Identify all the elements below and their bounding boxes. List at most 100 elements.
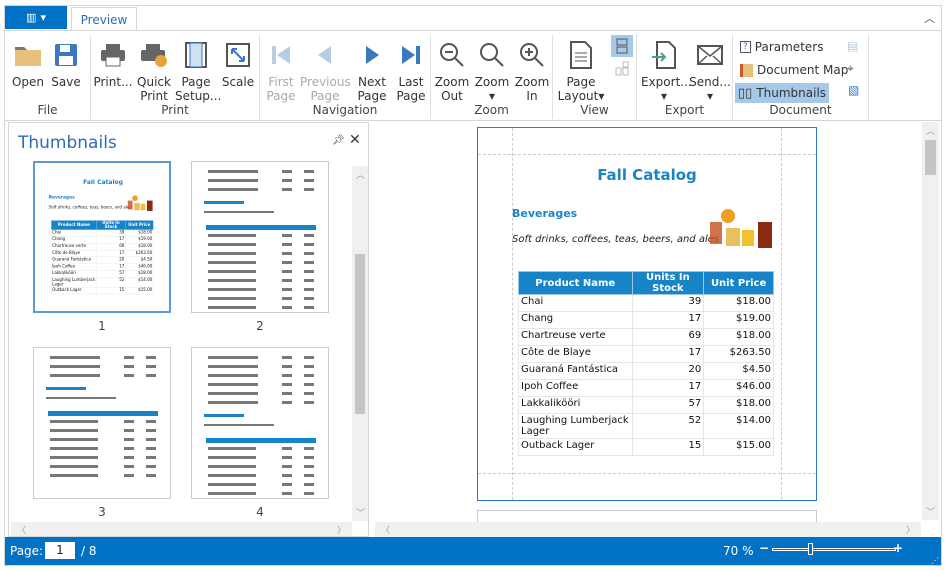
resize-grip-icon[interactable]: ⋰ [931, 556, 939, 565]
table-cell: Lakkalikööri [518, 396, 633, 414]
save-icon [55, 44, 77, 66]
beverages-image [710, 209, 772, 248]
table-row: Laughing Lumberjack Lager 52 $14.00 [51, 277, 154, 288]
table-cell: $263.50 [125, 249, 154, 257]
scale-button[interactable]: Scale [219, 39, 257, 89]
first-page-button[interactable]: First Page [262, 39, 300, 103]
column-header[interactable]: Units In Stock [96, 220, 126, 230]
print-button[interactable]: Print... [93, 39, 133, 89]
page-layout-button[interactable]: Page Layout▾ [557, 39, 605, 103]
search-binoculars-icon[interactable]: ⌖ [847, 61, 854, 76]
table-cell: Ipoh Coffee [51, 263, 97, 271]
collapse-ribbon-icon[interactable]: ︿ [924, 10, 935, 26]
app-menu-button[interactable]: ▥ ▾ [5, 6, 67, 29]
zoom-slider-thumb[interactable] [808, 543, 814, 555]
column-header[interactable]: Product Name [51, 220, 97, 230]
table-cell: $18.00 [703, 328, 774, 346]
next-page-button[interactable]: Next Page [352, 39, 392, 103]
thumbnail-text-line [208, 456, 256, 459]
send-button[interactable]: Send... ▾ [689, 39, 731, 103]
table-cell: 17 [631, 345, 705, 363]
table-cell: $15.00 [125, 287, 154, 295]
printer-icon [101, 44, 125, 67]
export-button[interactable]: Export... ▾ [641, 39, 692, 103]
quick-print-button[interactable]: Quick Print [135, 39, 173, 103]
group-view: Page Layout▾ View [553, 35, 637, 119]
parameters-button[interactable]: ? Parameters [737, 37, 826, 57]
zoom-in-icon [520, 43, 544, 67]
watermark-icon[interactable]: ▧ [848, 83, 859, 97]
page-total: / 8 [81, 544, 97, 558]
category-name: Beverages [512, 207, 578, 220]
thumbnails-button[interactable]: ▯▯ Thumbnails [735, 83, 830, 103]
table-cell: 15 [96, 287, 126, 295]
document-map-icon [740, 63, 753, 77]
parameters-icon: ? [740, 41, 751, 53]
continuous-view-button[interactable] [611, 35, 633, 57]
table-cell: 20 [96, 256, 126, 264]
facing-pages-button[interactable] [615, 61, 629, 80]
open-button[interactable]: Open [11, 39, 45, 89]
document-map-button[interactable]: Document Map [737, 60, 851, 80]
thumbnails-vertical-scrollbar[interactable]: ︿ ﹀ [352, 166, 368, 521]
table-cell: 39 [631, 294, 705, 312]
thumbnail-page-1[interactable]: Fall Catalog Beverages Soft drinks, coffee… [33, 161, 171, 313]
next-page-icon [366, 46, 379, 64]
table-cell: $263.50 [703, 345, 774, 363]
scrollbar-thumb[interactable] [355, 254, 365, 414]
table-row: Chartreuse verte 69 $18.00 [518, 328, 774, 346]
scrollbar-thumb[interactable] [925, 140, 936, 175]
table-row: Guaraná Fantástica 20 $4.50 [518, 362, 774, 380]
table-cell: Guaraná Fantástica [51, 256, 97, 264]
zoom-out-minus-icon[interactable]: − [759, 541, 769, 555]
zoom-slider[interactable] [772, 543, 896, 555]
thumbnail-text-line [50, 465, 98, 468]
group-navigation: First Page Previous Page Next Page Last … [260, 35, 431, 119]
pin-icon[interactable]: 📌︎ [332, 135, 345, 146]
table-cell: $46.00 [125, 263, 154, 271]
column-header[interactable]: Product Name [518, 271, 633, 295]
table-cell: $18.00 [703, 396, 774, 414]
zoom-in-plus-icon[interactable]: + [893, 541, 903, 555]
page-setup-button[interactable]: Page Setup... [175, 39, 221, 103]
thumbnail-text-line [208, 492, 256, 495]
page-number-input[interactable]: 1 [45, 542, 75, 559]
thumbnail-page-3[interactable] [33, 347, 171, 499]
thumbnails-horizontal-scrollbar[interactable]: 〈〉 [11, 522, 352, 536]
column-header[interactable]: Units In Stock [631, 271, 705, 295]
column-header[interactable]: Unit Price [703, 271, 774, 295]
tab-preview[interactable]: Preview [71, 7, 137, 31]
thumbnail-heading [204, 414, 244, 417]
thumbnail-text-line [208, 297, 256, 300]
chevron-down-icon: ▾ [706, 89, 714, 103]
table-cell: $46.00 [703, 379, 774, 397]
last-page-button[interactable]: Last Page [392, 39, 430, 103]
save-button[interactable]: Save [49, 39, 83, 89]
zoom-dropdown-button[interactable]: Zoom ▾ [473, 39, 511, 103]
thumbnail-number: 2 [256, 319, 264, 333]
viewer-horizontal-scrollbar[interactable]: 〈〉 [375, 522, 921, 537]
group-document: ? Parameters Document Map ▯▯ Thumbnails ▤ … [733, 35, 869, 119]
table-cell: Chartreuse verte [518, 328, 633, 346]
zoom-out-button[interactable]: Zoom Out [433, 39, 471, 103]
zoom-in-button[interactable]: Zoom In [513, 39, 551, 103]
thumbnail-text-line [208, 356, 258, 359]
thumbnail-text-line [46, 397, 116, 399]
thumbnail-text-line [208, 243, 256, 246]
highlight-editing-fields-icon[interactable]: ▤ [847, 39, 858, 53]
table-cell: Chartreuse verte [51, 243, 97, 251]
column-header[interactable]: Unit Price [125, 220, 154, 230]
beverages-image [127, 195, 153, 211]
table-row: Chang 17 $19.00 [51, 236, 154, 244]
thumbnail-page-2[interactable] [191, 161, 329, 313]
close-icon[interactable]: ✕ [349, 132, 361, 148]
thumbnail-table-header [48, 411, 158, 416]
table-cell: $19.00 [703, 311, 774, 329]
previous-page-button[interactable]: Previous Page [300, 39, 351, 103]
viewer-vertical-scrollbar[interactable]: ︿ ﹀ [922, 122, 939, 520]
group-label: Navigation [312, 103, 378, 117]
group-label: Print [161, 103, 189, 117]
thumbnail-page-4[interactable] [191, 347, 329, 499]
table-cell: $4.50 [125, 256, 154, 264]
table-cell: 17 [631, 311, 705, 329]
